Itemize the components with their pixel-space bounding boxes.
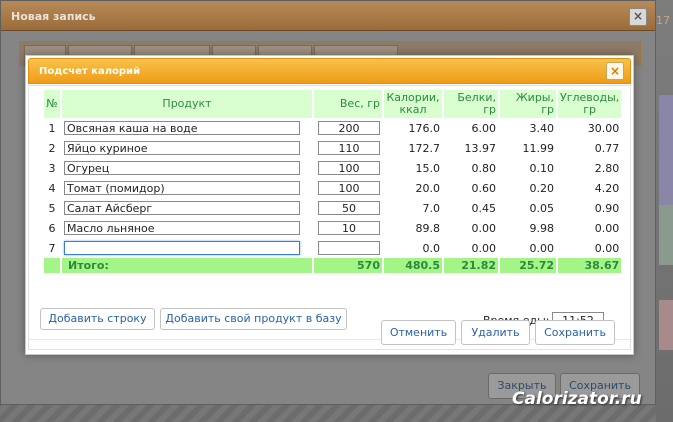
weight-input[interactable] [318,161,380,175]
product-input[interactable] [64,221,300,235]
total-weight: 570 [314,258,382,273]
fat-cell: 0.20 [529,181,555,195]
calories-cell: 176.0 [408,121,441,135]
col-header-carbs: Углеводы, гр [558,90,622,118]
carbs-cell: 0.90 [594,201,620,215]
add-product-button[interactable]: Добавить свой продукт в базу [160,308,347,330]
row-number: 6 [48,221,56,235]
table-row: 5 7.0 0.45 0.05 0.90 [44,198,621,218]
fat-cell: 3.40 [529,121,555,135]
carbs-cell: 0.00 [594,221,620,235]
row-number: 7 [48,241,56,255]
total-label: Итого: [62,258,312,273]
fat-cell: 11.99 [522,141,555,155]
protein-cell: 0.00 [471,241,497,255]
delete-button[interactable]: Удалить [461,320,530,345]
calorie-table: № Продукт Вес, гр Калории, ккал Белки, г… [42,90,623,273]
total-fat: 25.72 [500,258,556,273]
dialog-title: Подсчет калорий [39,66,141,77]
table-row: 7 0.0 0.00 0.00 0.00 [44,238,621,258]
watermark: Calorizator.ru [512,389,642,409]
col-header-calories: Калории, ккал [384,90,442,118]
product-input[interactable] [64,121,300,135]
product-input[interactable] [64,161,300,175]
calorie-panel: № Продукт Вес, гр Калории, ккал Белки, г… [28,85,631,350]
col-header-weight: Вес, гр [314,90,382,118]
side-color-block [659,205,673,265]
weight-input[interactable] [318,221,380,235]
table-header-row: № Продукт Вес, гр Калории, ккал Белки, г… [44,90,622,118]
fat-cell: 0.10 [529,161,555,175]
side-color-block [659,95,673,205]
protein-cell: 6.00 [471,121,497,135]
background-dialog-titlebar: Новая запись × [1,1,655,31]
row-number: 3 [48,161,56,175]
weight-input[interactable] [318,121,380,135]
product-input[interactable] [64,181,300,195]
weight-input[interactable] [318,141,380,155]
table-row: 1 176.0 6.00 3.40 30.00 [44,118,621,138]
protein-cell: 0.80 [471,161,497,175]
dialog-titlebar: Подсчет калорий × [28,58,631,84]
col-header-no: № [44,90,60,118]
calories-cell: 15.0 [415,161,441,175]
row-number: 5 [48,201,56,215]
product-input[interactable] [64,141,300,155]
protein-cell: 0.60 [471,181,497,195]
row-number: 2 [48,141,56,155]
carbs-cell: 30.00 [587,121,620,135]
row-number: 1 [48,121,56,135]
product-input[interactable] [64,201,300,215]
save-button[interactable]: Сохранить [535,320,615,345]
weight-input[interactable] [318,241,380,255]
table-row: 4 20.0 0.60 0.20 4.20 [44,178,621,198]
protein-cell: 0.45 [471,201,497,215]
cancel-button[interactable]: Отменить [381,320,456,345]
col-header-fat: Жиры, гр [500,90,556,118]
calories-cell: 172.7 [408,141,441,155]
background-dialog-title: Новая запись [11,10,96,23]
side-color-block [659,300,673,350]
calories-cell: 7.0 [422,201,441,215]
col-header-protein: Белки, гр [444,90,498,118]
row-number: 4 [48,181,56,195]
carbs-cell: 0.77 [594,141,620,155]
product-input[interactable] [64,241,300,255]
total-protein: 21.82 [444,258,498,273]
col-header-product: Продукт [62,90,312,118]
protein-cell: 13.97 [464,141,497,155]
background-number: 17 [656,14,670,27]
table-row: 6 89.8 0.00 9.98 0.00 [44,218,621,238]
calories-cell: 0.0 [422,241,441,255]
carbs-cell: 0.00 [594,241,620,255]
fat-cell: 0.05 [529,201,555,215]
calorie-counter-dialog: Подсчет калорий × № Продукт Вес, гр Кало… [25,55,634,355]
total-carbs: 38.67 [558,258,622,273]
total-row: Итого: 570 480.5 21.82 25.72 38.67 [44,258,622,273]
fat-cell: 0.00 [529,241,555,255]
protein-cell: 0.00 [471,221,497,235]
weight-input[interactable] [318,181,380,195]
table-row: 3 15.0 0.80 0.10 2.80 [44,158,621,178]
weight-input[interactable] [318,201,380,215]
calories-cell: 20.0 [415,181,441,195]
total-spacer [44,258,60,273]
fat-cell: 9.98 [529,221,555,235]
carbs-cell: 2.80 [594,161,620,175]
background-close-icon[interactable]: × [629,8,647,26]
add-row-button[interactable]: Добавить строку [40,308,155,330]
carbs-cell: 4.20 [594,181,620,195]
calories-cell: 89.8 [415,221,441,235]
total-calories: 480.5 [384,258,442,273]
table-row: 2 172.7 13.97 11.99 0.77 [44,138,621,158]
close-icon[interactable]: × [606,62,624,80]
